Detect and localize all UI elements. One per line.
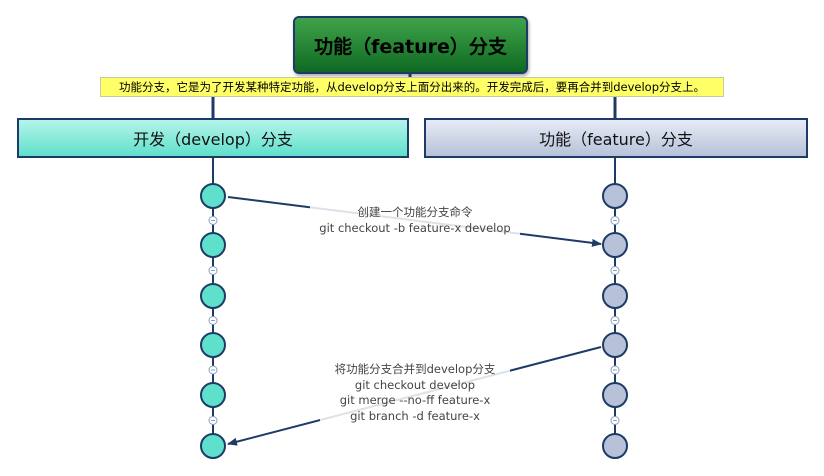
feature-branch-header: 功能（feature）分支 (424, 118, 808, 158)
feature-branch-label: 功能（feature）分支 (539, 130, 693, 149)
feature-commit-node (602, 382, 628, 408)
merge-branch-note: 将功能分支合并到develop分支 git checkout develop g… (320, 362, 510, 424)
create-branch-note: 创建一个功能分支命令 git checkout -b feature-x dev… (310, 205, 520, 236)
feature-commit-node (602, 283, 628, 309)
feature-commit-node (602, 232, 628, 258)
feature-commit-node (602, 433, 628, 459)
develop-commit-node (200, 283, 226, 309)
develop-commit-node (200, 183, 226, 209)
create-note-line: 创建一个功能分支命令 (357, 205, 473, 219)
develop-commit-node (200, 332, 226, 358)
develop-branch-header: 开发（develop）分支 (17, 118, 409, 158)
merge-note-line: 将功能分支合并到develop分支 (334, 362, 496, 376)
feature-commit-node (602, 332, 628, 358)
develop-branch-label: 开发（develop）分支 (133, 130, 293, 149)
description-text: 功能分支，它是为了开发某种特定功能，从develop分支上面分出来的。开发完成后… (118, 80, 706, 94)
develop-commit-node (200, 433, 226, 459)
merge-note-command-3: git branch -d feature-x (350, 408, 480, 423)
feature-commit-node (602, 183, 628, 209)
develop-commit-node (200, 232, 226, 258)
develop-commit-node (200, 382, 226, 408)
merge-note-command-2: git merge --no-ff feature-x (339, 393, 491, 407)
description-banner: 功能分支，它是为了开发某种特定功能，从develop分支上面分出来的。开发完成后… (100, 77, 724, 97)
create-note-command: git checkout -b feature-x develop (319, 220, 511, 235)
merge-note-command-1: git checkout develop (354, 377, 476, 392)
